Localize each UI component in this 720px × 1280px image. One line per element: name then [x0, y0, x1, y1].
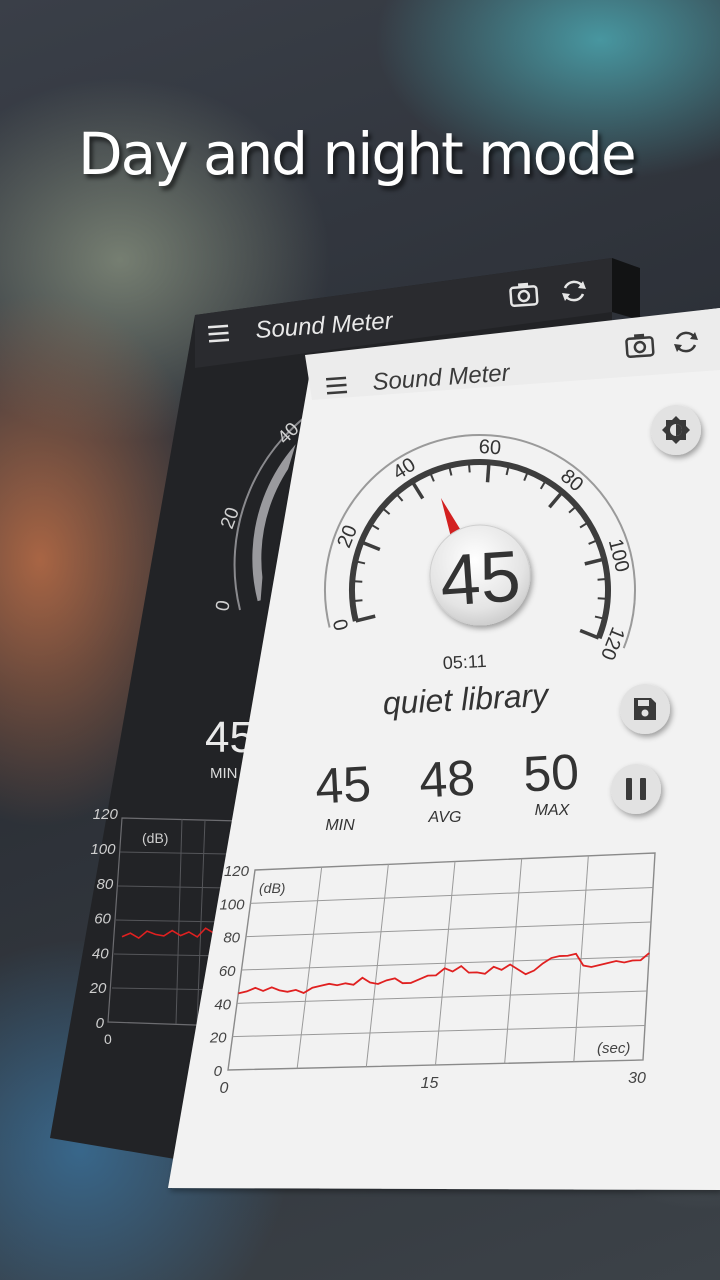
chart-x-tick-label: 30 — [628, 1070, 646, 1087]
chart-y-tick-label: 80 — [223, 930, 240, 947]
save-icon — [634, 698, 656, 720]
chart-y-tick-label: 40 — [214, 996, 231, 1013]
chart-y-tick-label: 20 — [209, 1030, 227, 1047]
chart-y-tick-label: 120 — [224, 863, 250, 880]
gauge-tick — [467, 462, 471, 473]
avg-label: AVG — [428, 809, 462, 826]
gauge-tick — [597, 577, 608, 581]
save-button[interactable] — [620, 684, 670, 734]
max-value: 50 — [522, 744, 580, 803]
gauge-tick — [597, 597, 608, 600]
theme-toggle-button[interactable] — [651, 405, 701, 455]
chart-y-tick-label: 60 — [219, 963, 236, 980]
elapsed-time: 05:11 — [442, 651, 487, 673]
day-mode-card: Sound Meter 020406080100120 45 05:11 qui… — [168, 308, 720, 1190]
gauge-tick — [485, 462, 491, 483]
chart-ylabel: (dB) — [259, 880, 285, 896]
max-label: MAX — [535, 802, 571, 819]
brightness-icon — [662, 416, 690, 444]
gauge-tick — [352, 599, 363, 603]
gauge-tick — [352, 580, 363, 583]
chart-y-tick-label: 100 — [219, 896, 245, 913]
chart-y-tick-label: 0 — [214, 1063, 223, 1080]
pause-button[interactable] — [611, 764, 661, 814]
chart-x-tick-label: 0 — [220, 1080, 229, 1097]
min-value: 45 — [314, 756, 372, 815]
chart-x-tick-label: 15 — [421, 1075, 439, 1092]
gauge-scale-label: 60 — [478, 436, 502, 459]
gauge-knob: 45 — [429, 524, 531, 626]
day-card-body — [168, 308, 720, 1190]
avg-value: 48 — [418, 750, 476, 809]
min-label: MIN — [325, 817, 355, 834]
current-db-value: 45 — [438, 536, 523, 621]
chart-xlabel: (sec) — [597, 1040, 630, 1057]
